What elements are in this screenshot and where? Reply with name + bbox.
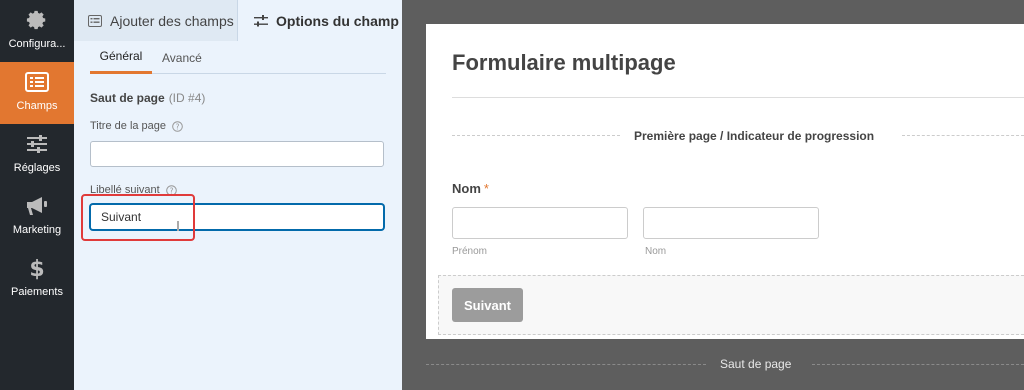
last-name-input[interactable] [643, 207, 819, 239]
gear-icon [0, 8, 74, 32]
sidebar-item-label: Marketing [12, 224, 62, 236]
text-cursor [177, 221, 179, 231]
sidebar-item-fields[interactable]: Champs [0, 62, 74, 124]
tab-field-options[interactable]: Options du champ [238, 0, 402, 41]
list-icon [88, 14, 102, 27]
page-break-line-left [426, 364, 706, 365]
sliders-icon [254, 14, 268, 27]
form-fields-icon [0, 70, 74, 94]
field-id: (ID #4) [168, 91, 206, 105]
title-divider [452, 97, 1024, 98]
field-title: Saut de page (ID #4) [90, 91, 205, 105]
sidebar-item-label: Configura... [8, 38, 66, 50]
last-name-sublabel: Nom [645, 246, 667, 257]
sidebar-item-marketing[interactable]: Marketing [0, 186, 74, 248]
name-label-text: Nom [452, 181, 481, 196]
progress-divider-right [902, 135, 1024, 136]
sidebar-item-setup[interactable]: Configura... [0, 0, 74, 62]
progress-indicator-label: Première page / Indicateur de progressio… [634, 129, 875, 143]
next-button[interactable]: Suivant [452, 288, 523, 322]
svg-text:?: ? [176, 122, 180, 131]
field-type: Saut de page [90, 91, 165, 105]
first-name-sublabel: Prénom [452, 246, 488, 257]
tab-label: Ajouter des champs [110, 12, 234, 29]
panel-tabs: Ajouter des champs Options du champ [74, 0, 402, 41]
subtab-general[interactable]: Général [90, 41, 152, 74]
megaphone-icon [0, 194, 74, 218]
tab-add-fields[interactable]: Ajouter des champs [74, 0, 238, 41]
sidebar-item-label: Paiements [11, 286, 63, 298]
subtabs: Général Avancé [90, 41, 386, 74]
pagebreak-button-area[interactable] [438, 275, 1024, 335]
sliders-icon [0, 132, 74, 156]
page-title-input[interactable] [90, 141, 384, 167]
dollar-icon: $ [0, 256, 74, 281]
sidebar-item-payments[interactable]: $ Paiements [0, 248, 74, 310]
help-icon[interactable]: ? [172, 120, 183, 132]
tab-label: Options du champ [276, 12, 399, 29]
sidebar-item-settings[interactable]: Réglages [0, 124, 74, 186]
builder-sidebar: Configura... Champs Réglages Marketing $… [0, 0, 74, 390]
page-break-line-right [812, 364, 1024, 365]
name-field-label: Nom * [452, 181, 489, 196]
subtab-advanced[interactable]: Avancé [162, 41, 202, 74]
progress-divider-left [452, 135, 620, 136]
page-break-label: Saut de page [720, 357, 792, 371]
form-title: Formulaire multipage [452, 50, 676, 75]
page-title-label-text: Titre de la page [90, 120, 167, 132]
page-title-label: Titre de la page ? [90, 120, 183, 132]
first-name-input[interactable] [452, 207, 628, 239]
highlight-box [81, 194, 195, 241]
sidebar-item-label: Champs [16, 100, 58, 112]
svg-text:$: $ [29, 257, 44, 281]
required-mark: * [483, 181, 489, 196]
sidebar-item-label: Réglages [13, 162, 61, 174]
